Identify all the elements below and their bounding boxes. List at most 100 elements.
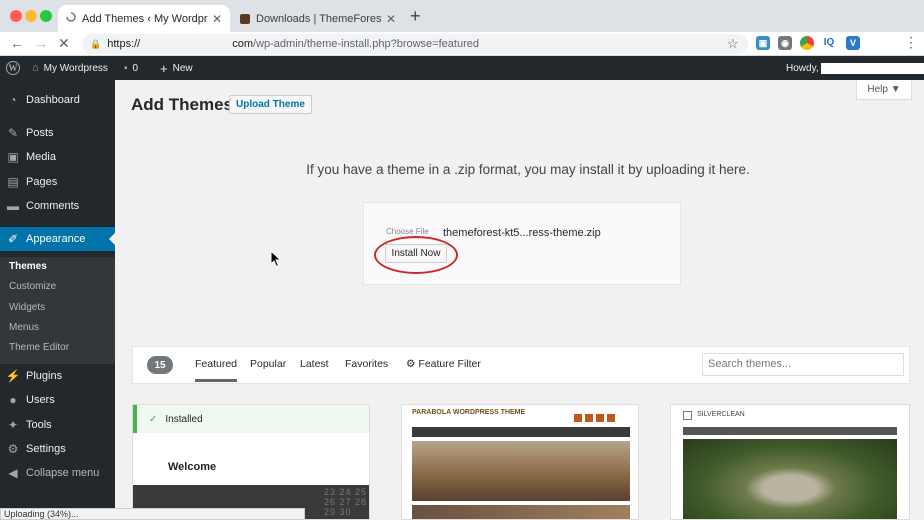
themeforest-favicon-icon xyxy=(240,13,250,24)
new-content-link[interactable]: + New xyxy=(160,56,193,80)
theme-filter-bar: 15 Featured Popular Latest Favorites ⚙ Fe… xyxy=(132,346,910,384)
mouse-cursor-icon xyxy=(270,249,282,273)
browser-status-bar: Uploading (34%)... xyxy=(0,508,305,520)
loading-spinner-icon xyxy=(66,12,76,25)
url-prefix: https:// xyxy=(107,38,141,50)
sidebar-item-label: Plugins xyxy=(26,370,63,382)
vimeo-icon[interactable]: V xyxy=(846,36,860,50)
lock-icon: 🔒 xyxy=(90,38,102,49)
theme-card-silverclean[interactable]: SILVERCLEAN xyxy=(670,404,910,520)
close-window-button[interactable] xyxy=(10,10,22,22)
sidebar-item-comments[interactable]: ▬ Comments xyxy=(0,194,115,218)
color-picker-icon[interactable] xyxy=(800,36,814,50)
collapse-icon: ◀ xyxy=(8,466,18,480)
social-icons xyxy=(574,409,626,422)
account-menu[interactable]: Howdy, xyxy=(786,56,924,80)
sidebar-item-label: Media xyxy=(26,151,56,163)
theme-preview-hero-image xyxy=(683,439,897,519)
comment-icon: ▬ xyxy=(7,199,19,213)
appearance-submenu: Themes Customize Widgets Menus Theme Edi… xyxy=(0,257,115,364)
tab-featured[interactable]: Featured xyxy=(195,358,238,382)
tab-latest[interactable]: Latest xyxy=(300,358,329,370)
close-tab-icon[interactable]: ✕ xyxy=(386,12,396,26)
tab-title: Downloads | ThemeForest xyxy=(256,12,382,25)
stop-loading-icon[interactable]: ✕ xyxy=(58,35,70,52)
sidebar-item-label: Posts xyxy=(26,127,54,139)
howdy-text: Howdy, xyxy=(786,62,819,74)
theme-preview-nav xyxy=(412,427,630,437)
sidebar-item-posts[interactable]: ✎ Posts xyxy=(0,121,115,145)
wordpress-logo-icon[interactable]: W xyxy=(6,56,20,80)
sidebar-item-media[interactable]: ▣ Media xyxy=(0,145,115,169)
minimize-window-button[interactable] xyxy=(25,10,37,22)
settings-icon: ⚙ xyxy=(7,442,19,456)
sidebar-item-dashboard[interactable]: ◔ Dashboard xyxy=(0,88,115,112)
url-field[interactable]: 🔒 https:// com /wp-admin/theme-install.p… xyxy=(82,34,748,54)
search-themes-input[interactable]: Search themes... xyxy=(702,353,904,376)
sidebar-item-settings[interactable]: ⚙ Settings xyxy=(0,437,115,461)
theme-logo-icon xyxy=(683,411,692,420)
theme-preview-thumbnails xyxy=(412,505,630,519)
tab-add-themes[interactable]: Add Themes ‹ My Wordpress — ✕ xyxy=(58,5,230,32)
site-name-link[interactable]: ⌂ My Wordpress xyxy=(32,56,108,80)
brush-icon: ✐ xyxy=(7,232,19,246)
plugin-icon: ⚡ xyxy=(5,369,21,383)
sidebar-item-label: Pages xyxy=(26,176,58,188)
comments-link[interactable]: ▪ 0 xyxy=(124,56,138,80)
iq-extension-icon[interactable]: IQ xyxy=(822,36,836,50)
media-icon: ▣ xyxy=(7,150,19,164)
address-bar-row: ← → ✕ 🔒 https:// com /wp-admin/theme-ins… xyxy=(0,32,924,56)
back-arrow-icon[interactable]: ← xyxy=(10,35,24,51)
upload-theme-button[interactable]: Upload Theme xyxy=(229,95,312,114)
bookmark-star-icon[interactable]: ☆ xyxy=(727,36,739,52)
help-button[interactable]: Help ▼ xyxy=(856,80,912,100)
feature-filter-button[interactable]: ⚙ Feature Filter xyxy=(406,358,481,370)
sidebar-item-pages[interactable]: ▤ Pages xyxy=(0,170,115,194)
highlight-annotation-circle xyxy=(374,236,458,274)
gear-icon: ⚙ xyxy=(406,358,416,370)
forward-arrow-icon[interactable]: → xyxy=(34,35,48,51)
submenu-theme-editor[interactable]: Theme Editor xyxy=(9,342,69,353)
maximize-window-button[interactable] xyxy=(40,10,52,22)
theme-card-installed[interactable]: ✓ Installed Welcome 23 24 25 26 27 28 29… xyxy=(132,404,370,520)
home-icon: ⌂ xyxy=(32,62,39,74)
theme-preview-nav xyxy=(683,427,897,435)
submenu-themes[interactable]: Themes xyxy=(9,261,47,272)
tab-popular[interactable]: Popular xyxy=(250,358,286,370)
tab-downloads[interactable]: Downloads | ThemeForest ✕ xyxy=(232,5,404,32)
tab-title: Add Themes ‹ My Wordpress — xyxy=(82,12,208,25)
page-title: Add Themes xyxy=(131,95,234,114)
theme-preview-calendar: 23 24 25 26 27 28 29 30 xyxy=(323,487,367,517)
url-path: /wp-admin/theme-install.php?browse=featu… xyxy=(253,38,479,50)
site-name: My Wordpress xyxy=(43,62,108,74)
username-redacted xyxy=(820,62,924,74)
choose-file-button[interactable]: Choose File xyxy=(386,227,429,236)
sidebar-item-users[interactable]: ● Users xyxy=(0,388,115,412)
sidebar-item-tools[interactable]: ✦ Tools xyxy=(0,413,115,437)
feature-filter-label: Feature Filter xyxy=(418,358,481,370)
sidebar-item-label: Appearance xyxy=(26,233,86,245)
theme-preview-heading: Welcome xyxy=(168,461,217,473)
theme-card-parabola[interactable]: PARABOLA WORDPRESS THEME xyxy=(401,404,639,520)
browser-menu-icon[interactable]: ⋮ xyxy=(904,34,918,51)
page-icon: ▤ xyxy=(7,175,19,189)
new-tab-icon[interactable]: + xyxy=(410,6,421,27)
url-domain-suffix: com xyxy=(232,38,254,50)
new-label: New xyxy=(172,62,193,74)
comment-bubble-icon: ▪ xyxy=(124,62,128,74)
submenu-widgets[interactable]: Widgets xyxy=(9,302,45,313)
sidebar-item-appearance[interactable]: ✐ Appearance xyxy=(0,227,115,251)
theme-preview-heading: SILVERCLEAN xyxy=(697,411,745,418)
close-tab-icon[interactable]: ✕ xyxy=(212,12,222,26)
tab-favorites[interactable]: Favorites xyxy=(345,358,388,370)
installed-label: Installed xyxy=(165,413,203,425)
sidebar-item-plugins[interactable]: ⚡ Plugins xyxy=(0,364,115,388)
submenu-customize[interactable]: Customize xyxy=(9,281,56,292)
theme-count-badge: 15 xyxy=(147,356,173,374)
extension-icon[interactable]: ▣ xyxy=(756,36,770,50)
camera-icon[interactable]: ◉ xyxy=(778,36,792,50)
submenu-menus[interactable]: Menus xyxy=(9,322,39,333)
plus-icon: + xyxy=(160,60,168,76)
collapse-menu-button[interactable]: ◀ Collapse menu xyxy=(0,461,115,485)
pin-icon: ✎ xyxy=(7,126,19,140)
